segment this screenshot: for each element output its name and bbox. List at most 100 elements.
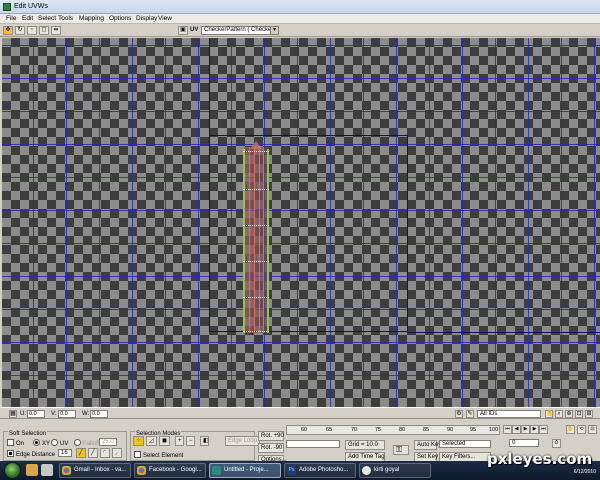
zoom-region-icon[interactable]: ⊕ xyxy=(565,410,573,418)
uv-vertex-ring xyxy=(243,151,269,153)
edge-ring-icon[interactable]: ◧ xyxy=(200,436,209,446)
vertex-mode-icon[interactable]: ⁘ xyxy=(133,436,144,446)
falloff-input[interactable]: 25.0 xyxy=(99,438,117,446)
menu-select[interactable]: Select xyxy=(38,15,56,22)
app-icon xyxy=(3,3,11,11)
taskbar-item-gmail[interactable]: Gmail - Inbox - va... xyxy=(59,463,131,478)
uv-vertex-ring xyxy=(243,331,269,333)
edge-distance-checkbox[interactable]: Edge Distance xyxy=(7,450,55,458)
pan-icon[interactable]: ✋ xyxy=(545,410,553,418)
edge-loop-button[interactable]: Edge Loop xyxy=(225,436,261,446)
uv-shell-edge xyxy=(259,147,260,333)
wrench-icon[interactable]: ⚙ xyxy=(455,410,463,418)
select-element-checkbox[interactable]: Select Element xyxy=(134,451,183,459)
uv-label: UV xyxy=(190,27,199,33)
uv-vertex-ring xyxy=(243,225,269,227)
slow-falloff-icon[interactable]: ◞ xyxy=(112,448,122,458)
timeline-tick: 60 xyxy=(301,427,308,433)
menu-display[interactable]: Display xyxy=(136,15,157,22)
taskbar-item-label: Facebook - Googl... xyxy=(149,467,202,473)
move-tool-icon[interactable]: ✥ xyxy=(3,26,13,35)
timeline-tick: 95 xyxy=(470,427,477,433)
viewport-max-icon[interactable]: ⊡ xyxy=(588,425,597,434)
scale-tool-icon[interactable]: ▫ xyxy=(27,26,37,35)
chat-icon xyxy=(362,466,371,475)
show-map-icon[interactable]: ▣ xyxy=(178,26,188,35)
chrome-icon xyxy=(62,466,71,475)
timeline-tick: 90 xyxy=(447,427,454,433)
smooth-falloff-icon[interactable]: ◜ xyxy=(100,448,110,458)
next-frame-icon[interactable]: ▶ xyxy=(530,425,539,434)
play-icon[interactable]: ▶ xyxy=(521,425,530,434)
linear-falloff-icon[interactable]: ╱ xyxy=(88,448,98,458)
uv-vertex-ring xyxy=(243,297,269,299)
coordinate-bar: ▦ U: 0.0 V: 0.0 W: 0.0 ⚙ ✎ All IDs ✋ ⌕ ⊕… xyxy=(0,407,600,419)
mirror-tool-icon[interactable]: ⇹ xyxy=(51,26,61,35)
menu-view[interactable]: View xyxy=(158,15,172,22)
u-label: U: xyxy=(20,411,26,417)
explorer-icon[interactable] xyxy=(26,464,38,476)
w-input[interactable]: 0.0 xyxy=(90,410,108,418)
menu-file[interactable]: File xyxy=(6,15,16,22)
falloff-label: Falloff xyxy=(74,439,99,447)
key-mode-dropdown[interactable]: Selected xyxy=(439,440,491,448)
taskbar-item-photoshop[interactable]: Ps Adobe Photosho... xyxy=(284,463,356,478)
menu-options[interactable]: Options xyxy=(109,15,131,22)
taskbar-item-3dsmax[interactable]: Untitled - Proje... xyxy=(209,463,281,478)
taskbar-item-facebook[interactable]: Facebook - Googl... xyxy=(134,463,206,478)
prev-frame-icon[interactable]: ◀ xyxy=(512,425,521,434)
uv-viewport[interactable] xyxy=(2,38,600,407)
rotate-minus-90-button[interactable]: Rot. -90 xyxy=(258,443,284,453)
chrome-icon xyxy=(137,466,146,475)
viewport-pan-icon[interactable]: ✋ xyxy=(566,425,575,434)
frame-spinner[interactable] xyxy=(286,440,340,448)
play-end-icon[interactable]: ⏭ xyxy=(539,425,548,434)
w-label: W: xyxy=(82,411,90,417)
taskbar-item-label: Untitled - Proje... xyxy=(224,467,269,473)
shrink-selection-icon[interactable]: − xyxy=(186,436,195,446)
ids-dropdown[interactable]: All IDs xyxy=(477,410,541,418)
media-icon[interactable] xyxy=(41,464,53,476)
uv-shell-tip xyxy=(250,141,262,149)
tile-boundary-line xyxy=(408,332,600,333)
uv-shell-edge xyxy=(243,149,245,333)
zoom-selected-icon[interactable]: ⊞ xyxy=(585,410,593,418)
face-mode-icon[interactable]: ◼ xyxy=(159,436,170,446)
u-input[interactable]: 0.0 xyxy=(27,410,45,418)
time-config-icon[interactable]: ⏱ xyxy=(552,439,561,448)
viewport-orbit-icon[interactable]: ⟲ xyxy=(577,425,586,434)
zoom-icon[interactable]: ⌕ xyxy=(555,410,563,418)
soft-selection-group: Soft Selection On XY UV Falloff 25.0 Edg… xyxy=(3,431,127,461)
timeline-tick: 85 xyxy=(423,427,430,433)
rotate-tool-icon[interactable]: ↻ xyxy=(15,26,25,35)
taskbar-item-chat[interactable]: kirti goyal xyxy=(359,463,431,478)
menu-tools[interactable]: Tools xyxy=(58,15,73,22)
lock-icon[interactable]: ▦ xyxy=(9,410,17,418)
menu-mapping[interactable]: Mapping xyxy=(79,15,104,22)
soft-selection-on-checkbox[interactable]: On xyxy=(7,439,24,447)
key-icon[interactable]: ⚿ xyxy=(393,445,409,455)
start-button[interactable] xyxy=(4,462,21,479)
texture-map-dropdown[interactable]: CheckerPattern ( Checker ) ▼ xyxy=(201,26,279,35)
grow-selection-icon[interactable]: + xyxy=(175,436,184,446)
rotate-plus-90-button[interactable]: Rot. +90 xyxy=(258,431,284,441)
menu-bar: File Edit Select Tools Mapping Options D… xyxy=(0,14,600,24)
uv-radio[interactable]: UV xyxy=(51,439,68,447)
edge-mode-icon[interactable]: ◿ xyxy=(146,436,157,446)
current-frame-input[interactable]: 0 xyxy=(509,439,539,447)
menu-edit[interactable]: Edit xyxy=(22,15,33,22)
uv-toolbar: ✥ ↻ ▫ ◻ ⇹ ▣ UV CheckerPattern ( Checker … xyxy=(0,24,600,37)
zoom-extents-icon[interactable]: ⊡ xyxy=(575,410,583,418)
play-start-icon[interactable]: ⏮ xyxy=(503,425,512,434)
taskbar-date: 6/12/2010 xyxy=(573,469,596,475)
selection-modes-group: Selection Modes ⁘ ◿ ◼ + − ◧ Edge Loop Se… xyxy=(130,431,261,461)
paint-select-icon[interactable]: ╱ xyxy=(76,448,86,458)
pick-icon[interactable]: ✎ xyxy=(466,410,474,418)
v-input[interactable]: 0.0 xyxy=(58,410,76,418)
uv-shell[interactable] xyxy=(240,141,270,334)
freeform-tool-icon[interactable]: ◻ xyxy=(39,26,49,35)
timeline-ruler[interactable]: 60 65 70 75 80 85 90 95 100 xyxy=(286,425,500,435)
auto-key-button[interactable]: Auto Key xyxy=(414,440,441,450)
xy-radio[interactable]: XY xyxy=(33,439,50,447)
edge-distance-input[interactable]: 16 xyxy=(58,449,72,457)
